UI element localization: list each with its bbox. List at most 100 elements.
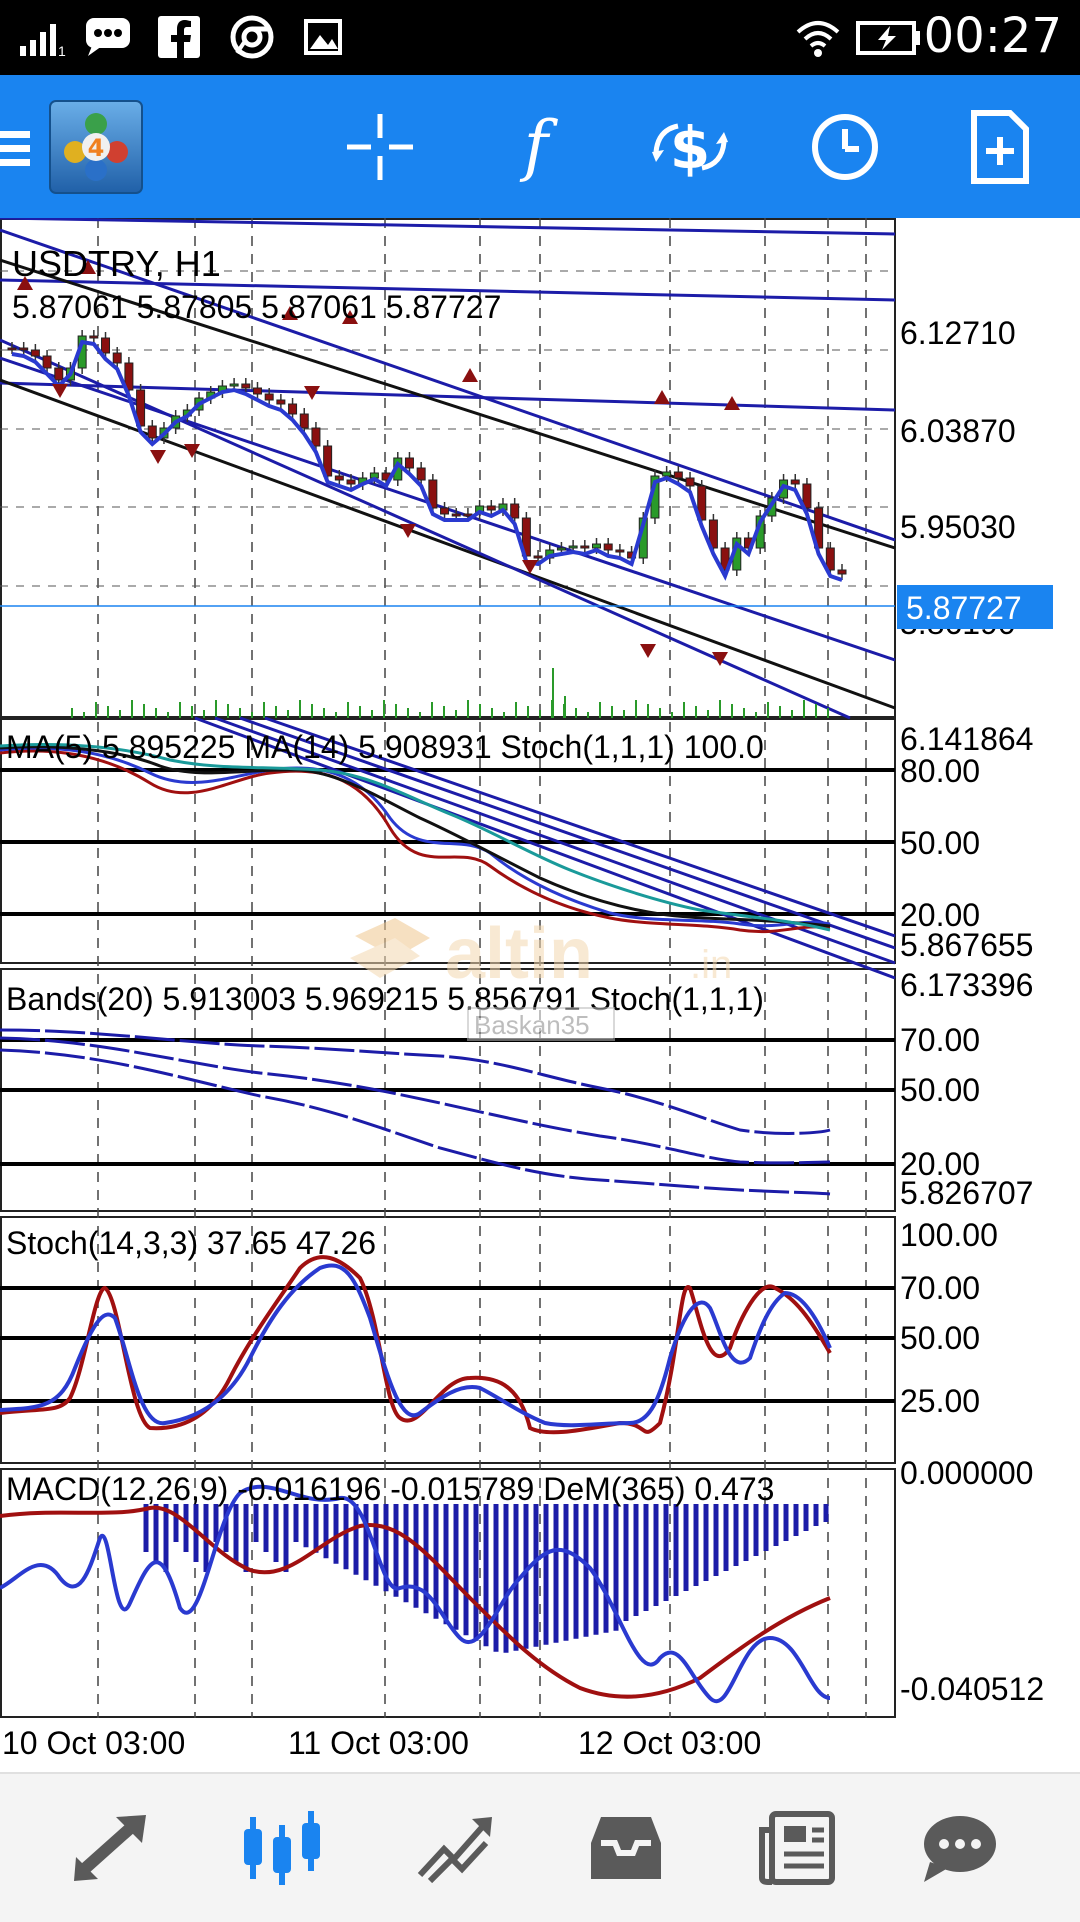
candle-body [404,457,414,469]
candle-body [334,475,344,481]
candle-body [790,479,800,485]
trend-line[interactable] [0,381,896,412]
upper-band-line [0,1028,831,1135]
crosshair-button[interactable] [330,75,430,218]
level-tick: 70.00 [900,1022,980,1058]
chart-area[interactable]: USDTRY, H1 5.87061 5.87805 5.87061 5.877… [0,216,1080,1761]
level-tick: 100.00 [900,1217,998,1253]
nav-history[interactable] [566,1774,686,1922]
time-label: 12 Oct 03:00 [578,1725,761,1758]
watermark-suffix: .in [690,943,732,987]
candle-body [556,547,566,551]
battery-charging-icon [856,21,920,55]
candle-body [662,471,672,477]
candle-body [451,513,461,517]
chart-canvas[interactable]: USDTRY, H1 5.87061 5.87805 5.87061 5.877… [0,216,1080,1761]
candle-body [510,503,520,519]
candle-body [533,555,543,559]
nav-trade[interactable] [394,1774,514,1922]
symbol-change-icon: $ [652,114,728,182]
ma5-line [0,746,831,928]
candle-body [7,347,17,351]
macd-pane[interactable]: MACD(12,26,9) -0.016196 -0.015789 DeM(36… [0,1455,1044,1707]
current-price-label: 5.87727 [906,590,1022,626]
level-tick: 70.00 [900,1270,980,1306]
candle-body [416,467,426,481]
candlesticks[interactable] [7,330,847,580]
lower-band-line [0,1048,831,1196]
pane-label: Bands(20) 5.913003 5.969215 5.856791 Sto… [6,981,764,1017]
menu-icon [0,130,30,166]
time-label: 11 Oct 03:00 [288,1725,469,1758]
chart-icon [244,1811,320,1885]
candle-body [440,507,450,515]
candle-body [147,425,157,439]
candle-body [346,479,356,485]
pane-min: -0.040512 [900,1671,1044,1707]
symbol-title: USDTRY, H1 [12,243,221,284]
middle-band-line [0,1036,831,1165]
news-icon [759,1811,835,1885]
candle-body [30,349,40,357]
level-tick: 80.00 [900,753,980,789]
candle-body [101,337,111,354]
price-tick: 6.12710 [900,315,1016,351]
chrome-icon [230,15,274,59]
watermark: altin .in Baskan35 [350,914,732,1041]
timeframe-button[interactable] [795,75,895,218]
pane-label: Stoch(14,3,3) 37.65 47.26 [6,1225,376,1261]
svg-text:f: f [519,112,559,182]
candle-body [673,471,683,479]
ohlc-values: 5.87061 5.87805 5.87061 5.87727 [12,289,501,325]
quotes-icon [74,1815,146,1881]
candle-body [89,335,99,339]
fractal-down-arrow [52,384,68,398]
candle-body [568,545,578,549]
candle-body [603,543,613,551]
app-logo[interactable]: 4 [48,75,144,218]
nav-chart[interactable] [222,1774,342,1922]
level-tick: 50.00 [900,1072,980,1108]
messages-icon [924,1816,996,1882]
nav-messages[interactable] [900,1774,1020,1922]
bands-pane[interactable]: Bands(20) 5.913003 5.969215 5.856791 Sto… [0,967,1033,1211]
nav-quotes[interactable] [50,1774,170,1922]
candle-body [615,549,625,553]
pane-max: 0.000000 [900,1455,1033,1491]
gallery-icon [304,19,342,55]
candle-body [685,477,695,487]
menu-button[interactable] [0,75,36,218]
new-order-button[interactable] [950,75,1050,218]
svg-text:4: 4 [88,134,105,162]
signal-icon: 1 [20,24,66,58]
stochastic-pane[interactable]: Stoch(14,3,3) 37.65 47.26 100.00 70.00 5… [0,1217,998,1435]
trend-line[interactable] [0,216,896,236]
candle-body [229,383,239,387]
top-toolbar: 4 f $ [0,75,1080,218]
level-tick: 50.00 [900,825,980,861]
status-time: 00:27 [923,8,1062,64]
function-icon: f [519,112,559,182]
candle-body [54,367,64,381]
nav-news[interactable] [738,1774,858,1922]
new-order-icon [971,109,1029,184]
volume-bars [71,668,829,718]
pane-max: 6.141864 [900,721,1033,757]
bottom-navigation [0,1772,1080,1922]
time-label: 10 Oct 03:00 [2,1725,185,1758]
trade-icon [417,1817,492,1883]
indicators-button[interactable]: f [486,75,586,218]
history-icon [591,1817,661,1879]
candle-body [42,355,52,369]
candle-body [592,543,602,549]
candle-body [311,427,321,447]
symbol-change-button[interactable]: $ [640,75,740,218]
time-axis: 10 Oct 03:00 11 Oct 03:00 12 Oct 03:00 [2,1725,761,1761]
candle-body [299,413,309,429]
level-tick: 25.00 [900,1383,980,1419]
watermark-user: Baskan35 [474,1010,590,1040]
candle-body [580,545,590,549]
pane-min: 5.867655 [900,927,1033,963]
candle-body [19,347,29,351]
fractal-up-arrow [462,368,478,382]
